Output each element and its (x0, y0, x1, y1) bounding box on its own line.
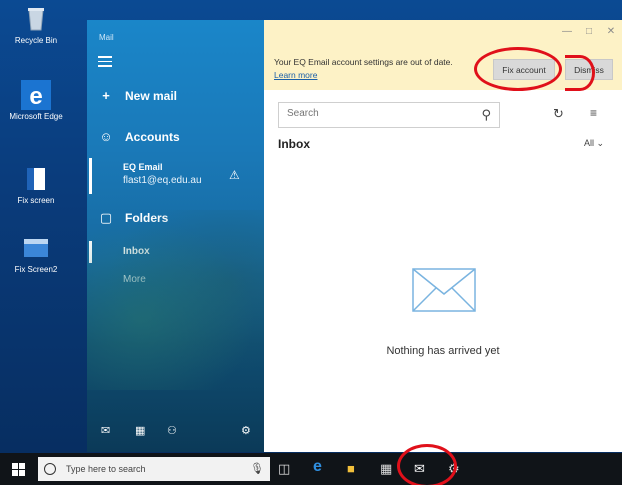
filter-dropdown[interactable]: All ⌄ (584, 138, 604, 149)
window-controls: — □ ✕ (556, 26, 622, 40)
folder-item-more[interactable]: More (123, 274, 146, 285)
folders-button[interactable]: ▢ Folders (99, 210, 169, 226)
chevron-down-icon: ⌄ (596, 138, 605, 148)
desktop-icon-label: Fix screen (17, 196, 55, 205)
desktop-icon-label: Recycle Bin (14, 36, 58, 45)
warning-icon: ⚠ (229, 168, 240, 182)
account-item-eq-email[interactable]: EQ Email flast1@eq.edu.au ⚠ (87, 158, 264, 196)
annotation-circle-dismiss (565, 55, 595, 91)
accounts-button[interactable]: ☺ Accounts (99, 129, 180, 144)
annotation-circle-fix-account (474, 47, 562, 91)
window-icon (24, 239, 48, 257)
taskbar: Type here to search 🎙 ◫ e ■ ▦ ✉ ⚙ (0, 453, 622, 485)
empty-envelope-icon (412, 268, 476, 312)
calendar-icon[interactable]: ▦ (135, 424, 145, 437)
desktop-icon-fix-screen[interactable]: Fix screen (4, 164, 68, 206)
account-email: flast1@eq.edu.au (123, 175, 202, 186)
search-box: ⚲ (278, 102, 500, 128)
edge-icon: e (21, 80, 51, 110)
minimize-icon[interactable]: — (556, 26, 578, 40)
settings-gear-icon[interactable]: ⚙ (241, 424, 251, 437)
navigation-pane: Mail + New mail ☺ Accounts EQ Email flas… (87, 20, 264, 452)
search-icon[interactable]: ⚲ (481, 107, 491, 123)
folders-label: Folders (125, 211, 169, 225)
accounts-label: Accounts (125, 129, 180, 144)
learn-more-link[interactable]: Learn more (274, 70, 317, 80)
plus-icon: + (102, 88, 110, 103)
hamburger-menu-icon[interactable] (98, 56, 112, 68)
new-mail-label: New mail (125, 88, 178, 103)
desktop-icon-recycle-bin[interactable]: Recycle Bin (4, 4, 68, 46)
taskbar-search-placeholder: Type here to search (66, 464, 146, 474)
cortana-icon (44, 463, 56, 475)
desktop-icon-label: Microsoft Edge (9, 112, 63, 121)
empty-state-text: Nothing has arrived yet (386, 345, 500, 357)
sync-icon[interactable]: ↻ (553, 106, 564, 122)
close-icon[interactable]: ✕ (600, 26, 622, 40)
svg-text:e: e (29, 83, 42, 110)
people-icon[interactable]: ⚇ (167, 424, 177, 437)
folder-label: Inbox (123, 246, 150, 257)
account-name: EQ Email (123, 162, 163, 172)
windows-start-icon[interactable] (12, 463, 25, 476)
folder-icon: ▢ (99, 210, 113, 225)
taskbar-search-box[interactable]: Type here to search 🎙 (38, 457, 270, 481)
list-title: Inbox (278, 137, 310, 151)
annotation-circle-mail-taskbar (397, 444, 457, 485)
window-icon (27, 168, 45, 190)
file-explorer-icon[interactable]: ■ (347, 461, 355, 476)
nav-bottom-bar: ✉ ▦ ⚇ ⚙ (87, 424, 264, 444)
store-icon[interactable]: ▦ (380, 461, 392, 477)
edge-taskbar-icon[interactable]: e (313, 458, 322, 476)
new-mail-button[interactable]: + New mail (99, 88, 177, 103)
app-title: Mail (99, 33, 114, 42)
folder-item-inbox[interactable]: Inbox (87, 241, 264, 265)
mail-icon[interactable]: ✉ (101, 424, 110, 437)
search-input[interactable] (287, 108, 467, 119)
task-view-icon[interactable]: ◫ (278, 461, 290, 477)
maximize-icon[interactable]: □ (578, 26, 600, 40)
banner-message: Your EQ Email account settings are out o… (274, 57, 453, 67)
recycle-bin-icon (28, 8, 44, 31)
desktop-icon-edge[interactable]: e Microsoft Edge (4, 80, 68, 122)
select-mode-icon[interactable]: ≡ (590, 106, 597, 120)
desktop-icon-label: Fix Screen2 (14, 265, 58, 274)
filter-label: All (584, 138, 595, 148)
desktop-icon-fix-screen2[interactable]: Fix Screen2 (4, 233, 68, 275)
selection-indicator (89, 158, 92, 194)
person-icon: ☺ (99, 129, 113, 144)
microphone-icon[interactable]: 🎙 (250, 462, 264, 475)
selection-indicator (89, 241, 92, 263)
